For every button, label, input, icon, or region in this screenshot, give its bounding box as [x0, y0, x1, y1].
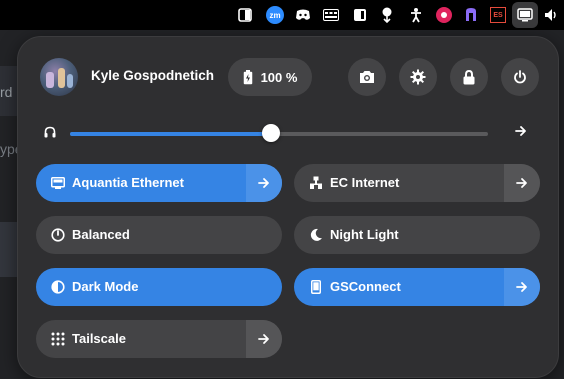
lock-icon	[463, 69, 475, 84]
top-bar: zm ES	[0, 0, 564, 30]
tailscale-icon	[50, 331, 66, 347]
proton-vpn-icon[interactable]	[461, 5, 481, 25]
screenshot-button[interactable]	[348, 58, 386, 96]
volume-icon[interactable]	[541, 5, 561, 25]
avatar[interactable]	[40, 58, 78, 96]
phone-icon	[308, 279, 324, 295]
tile-menu-arrow-icon[interactable]	[504, 164, 540, 202]
power-profile-icon	[50, 227, 66, 243]
volume-slider-handle[interactable]	[262, 124, 280, 142]
tile-label: Dark Mode	[72, 279, 139, 294]
quick-settings-panel: Kyle Gospodnetich 100 % Aquantia Etherne…	[17, 36, 559, 378]
tile-balanced[interactable]: Balanced	[36, 216, 282, 254]
discord-icon[interactable]	[293, 5, 313, 25]
tile-menu-arrow-icon[interactable]	[504, 268, 540, 306]
power-button[interactable]	[501, 58, 539, 96]
vivaldi-icon[interactable]: ES	[488, 5, 508, 25]
zoom-label: zm	[266, 6, 284, 24]
vivaldi-label: ES	[490, 7, 506, 23]
moon-icon	[308, 227, 324, 243]
tile-menu-arrow-icon[interactable]	[246, 164, 282, 202]
dark-mode-icon	[50, 279, 66, 295]
tile-label: EC Internet	[330, 175, 400, 190]
background-text: rd	[0, 84, 13, 100]
screenshot-icon	[360, 71, 374, 83]
wired-network-icon	[308, 175, 324, 191]
volume-slider-fill	[70, 132, 271, 136]
battery-button[interactable]: 100 %	[228, 58, 312, 96]
settings-button[interactable]	[399, 58, 437, 96]
zoom-icon[interactable]: zm	[265, 5, 285, 25]
volume-menu-arrow-icon[interactable]	[514, 124, 528, 138]
app-tray-icon[interactable]	[434, 5, 454, 25]
user-name: Kyle Gospodnetich	[91, 68, 215, 83]
panel-icon[interactable]	[350, 5, 370, 25]
lock-button[interactable]	[450, 58, 488, 96]
tile-label: GSConnect	[330, 279, 401, 294]
power-icon	[514, 70, 526, 84]
tile-tailscale[interactable]: Tailscale	[36, 320, 282, 358]
accessibility-icon[interactable]	[406, 5, 426, 25]
keyboard-layout-icon[interactable]	[321, 5, 341, 25]
tile-aquantia[interactable]: Aquantia Ethernet	[36, 164, 282, 202]
tag-icon[interactable]	[378, 5, 398, 25]
ethernet-icon	[50, 175, 66, 191]
headphones-icon	[44, 125, 56, 138]
tile-night-light[interactable]: Night Light	[294, 216, 540, 254]
tile-ec-internet[interactable]: EC Internet	[294, 164, 540, 202]
sidebar-toggle-icon[interactable]	[235, 5, 255, 25]
tile-label: Aquantia Ethernet	[72, 175, 184, 190]
network-icon[interactable]	[515, 5, 535, 25]
tile-dark-mode[interactable]: Dark Mode	[36, 268, 282, 306]
tile-gsconnect[interactable]: GSConnect	[294, 268, 540, 306]
tile-label: Balanced	[72, 227, 130, 242]
tile-label: Tailscale	[72, 331, 126, 346]
settings-icon	[410, 69, 426, 85]
battery-label: 100 %	[260, 69, 298, 85]
tile-menu-arrow-icon[interactable]	[246, 320, 282, 358]
tile-label: Night Light	[330, 227, 399, 242]
battery-icon	[243, 69, 252, 84]
